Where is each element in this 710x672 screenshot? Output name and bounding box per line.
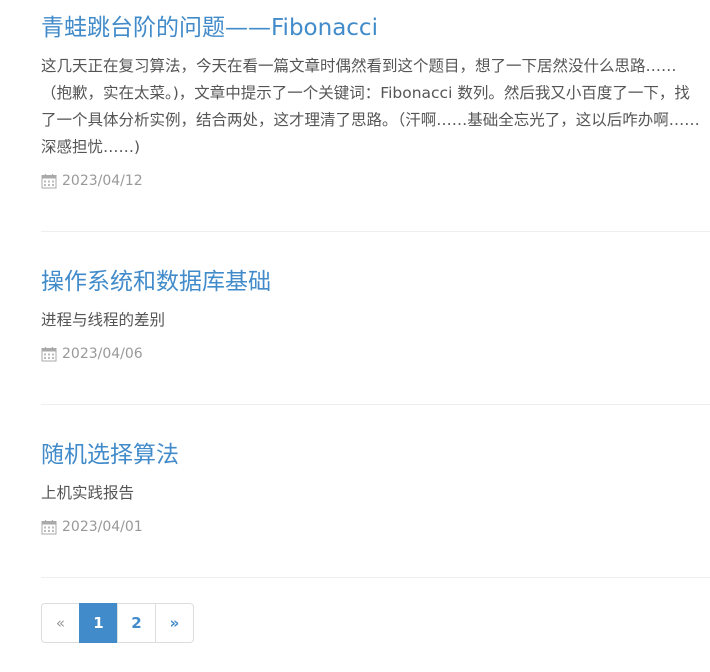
post-title-link[interactable]: 随机选择算法 xyxy=(41,440,710,470)
post-excerpt: 这几天正在复习算法，今天在看一篇文章时偶然看到这个题目，想了一下居然没什么思路…… xyxy=(41,57,700,156)
divider xyxy=(41,577,710,578)
page-2-button[interactable]: 2 xyxy=(117,603,156,643)
post-meta: 2023/04/01 xyxy=(41,517,710,537)
calendar-icon xyxy=(41,520,57,535)
post-item: 操作系统和数据库基础 进程与线程的差别 2023/04/06 xyxy=(41,267,710,364)
post-title-link[interactable]: 青蛙跳台阶的问题——Fibonacci xyxy=(41,13,710,43)
post-item: 青蛙跳台阶的问题——Fibonacci 这几天正在复习算法，今天在看一篇文章时偶… xyxy=(41,13,710,191)
prev-page-button[interactable]: « xyxy=(41,603,80,643)
divider xyxy=(41,404,710,405)
post-excerpt: 进程与线程的差别 xyxy=(41,311,166,329)
post-meta: 2023/04/06 xyxy=(41,344,710,364)
pagination: « 1 2 » xyxy=(41,603,194,643)
calendar-icon xyxy=(41,347,57,362)
post-date: 2023/04/06 xyxy=(62,346,143,362)
page-1-button[interactable]: 1 xyxy=(79,603,118,643)
post-date: 2023/04/01 xyxy=(62,519,143,535)
post-title-link[interactable]: 操作系统和数据库基础 xyxy=(41,267,710,297)
post-date: 2023/04/12 xyxy=(62,173,143,189)
calendar-icon xyxy=(41,174,57,189)
divider xyxy=(41,231,710,232)
post-meta: 2023/04/12 xyxy=(41,171,710,191)
post-excerpt: 上机实践报告 xyxy=(41,484,135,502)
next-page-button[interactable]: » xyxy=(155,603,194,643)
post-item: 随机选择算法 上机实践报告 2023/04/01 xyxy=(41,440,710,537)
